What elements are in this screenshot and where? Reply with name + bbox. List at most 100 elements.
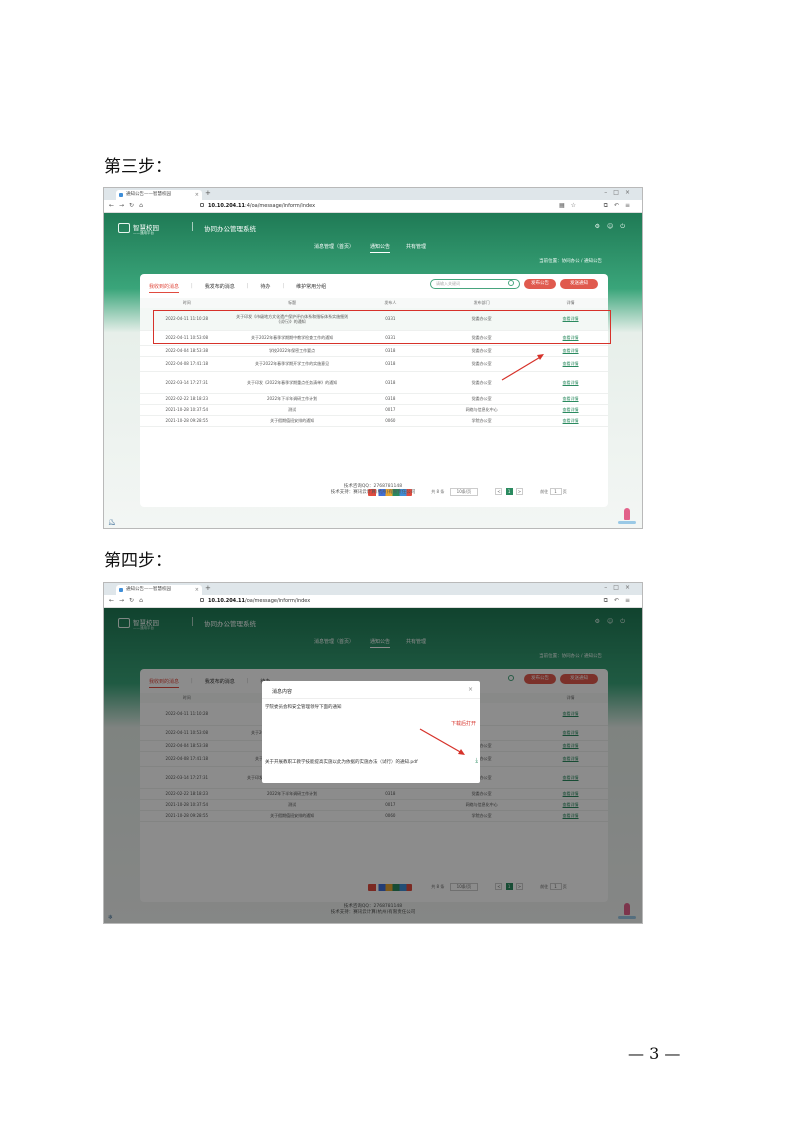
address-bar[interactable]: ←→↻⌂ 10.10.204.11:4/oa/message/inform/in…: [104, 200, 642, 213]
col-author: 发布人: [350, 298, 431, 308]
send-notice-button[interactable]: 发送通知: [560, 279, 598, 289]
table-row: 2022-04-04 18:53:38 学校2022年保密工作要点 0318 党…: [140, 345, 608, 357]
message-modal: 消息内容 × 学院委员会和安全管理领导下面的通知 下载后打开 关于开展教职工教学…: [262, 681, 480, 783]
step-4-title: 第四步：: [104, 551, 172, 571]
footer: 技术咨询QQ：2768781148 技术支持：赛讯云计算(杭州)有限责任公司: [104, 484, 642, 496]
annotation-arrow-icon: [419, 728, 465, 755]
toolbar-icons[interactable]: ⧉↶≡: [604, 597, 636, 605]
system-name: 协同办公管理系统: [204, 225, 256, 233]
url-field[interactable]: 10.10.204.11/oa/message/inform/index: [200, 598, 310, 604]
row-time: 2022-04-04 18:53:38: [140, 345, 234, 357]
url-path: :4/oa/message/inform/index: [245, 203, 316, 209]
row-dept: 学院办公室: [430, 415, 534, 427]
logo: 智慧校园 ——通用平台: [118, 222, 162, 236]
close-icon[interactable]: ×: [468, 686, 473, 693]
row-dept: 党委办公室: [430, 393, 534, 405]
browser-tab[interactable]: 通知公告——智慧校园 ×: [116, 585, 202, 595]
window-controls[interactable]: –□×: [604, 584, 636, 591]
header-divider: [192, 222, 193, 231]
address-bar[interactable]: ←→↻⌂ 10.10.204.11/oa/message/inform/inde…: [104, 595, 642, 608]
url-host: 10.10.204.11: [208, 203, 246, 209]
view-detail-link[interactable]: 查看详情: [533, 393, 608, 405]
row-title: 2022年下半年调研工作计划: [233, 393, 351, 405]
browser-tab-bar: 通知公告——智慧校园 × + –□×: [104, 188, 642, 200]
view-detail-link[interactable]: 查看详情: [533, 345, 608, 357]
lock-icon: [200, 598, 204, 602]
view-detail-link[interactable]: 查看详情: [533, 371, 608, 394]
row-author: 0318: [350, 345, 431, 357]
lock-icon: [200, 203, 204, 207]
view-detail-link[interactable]: 查看详情: [533, 404, 608, 416]
tab-todo[interactable]: 待办: [260, 283, 270, 293]
nav-buttons[interactable]: ←→↻⌂: [109, 597, 148, 604]
download-icon[interactable]: ⤓: [475, 757, 478, 765]
tab-received[interactable]: 我收到的消息: [149, 283, 180, 293]
row-title: 学校2022年保密工作要点: [233, 345, 351, 357]
logo-icon: [118, 223, 130, 233]
step-4-screenshot: 通知公告——智慧校园 × + –□× ←→↻⌂ 10.10.204.11/oa/…: [103, 582, 643, 924]
tab-sent[interactable]: 我发布的消息: [205, 283, 235, 293]
row-title: 测试: [233, 404, 351, 416]
row-time: 2022-02-22 18:18:23: [140, 393, 234, 405]
window-controls[interactable]: –□×: [604, 189, 636, 196]
annotation-highlight-box: [153, 310, 611, 344]
browser-tab[interactable]: 通知公告——智慧校园 ×: [116, 190, 202, 200]
browser-tab-title: 通知公告——智慧校园: [126, 192, 171, 197]
favicon-icon: [119, 193, 123, 197]
main-nav: 消息管理（首页） 通知公告 共有管理: [314, 243, 426, 253]
table-row: 2021-10-28 09:28:55 关于假期值班安排的通知 0060 学院办…: [140, 415, 608, 427]
row-time: 2022-04-08 17:41:18: [140, 356, 234, 372]
new-tab-button[interactable]: +: [205, 584, 211, 592]
url-path: /oa/message/inform/index: [245, 598, 311, 604]
col-detail: 详情: [533, 298, 608, 308]
download-hint: 下载后打开: [450, 721, 476, 727]
view-detail-link[interactable]: 查看详情: [533, 415, 608, 427]
row-author: 0060: [350, 415, 431, 427]
row-title: 关于印发《2022年春季学期重点任务清单》的通知: [233, 371, 351, 394]
toolbar-icons[interactable]: ⧉↶≡: [604, 202, 636, 210]
table-row: 2021-10-28 10:37:54 测试 0017 网络与信息化中心 查看详…: [140, 404, 608, 416]
attachment-link[interactable]: 关于开展教职工教学技能提高实施以此为依据的实施办法（试行）的通知.pdf: [265, 759, 475, 765]
row-dept: 网络与信息化中心: [430, 404, 534, 416]
publish-button[interactable]: 发布公告: [524, 279, 556, 289]
browser-tab-title: 通知公告——智慧校园: [126, 587, 171, 592]
step-3-title: 第三步：: [104, 157, 172, 177]
tab-separator: |: [191, 283, 193, 289]
sub-tabs: 我收到的消息 | 我发布的消息 | 待办 | 维护常用分组: [149, 283, 326, 293]
skater-decoration-icon: [618, 508, 636, 524]
close-tab-icon[interactable]: ×: [195, 190, 199, 200]
row-author: 0318: [350, 356, 431, 372]
close-tab-icon[interactable]: ×: [195, 585, 199, 595]
table-row: 2022-03-14 17:27:31 关于印发《2022年春季学期重点任务清单…: [140, 371, 608, 394]
tab-groups[interactable]: 维护常用分组: [296, 283, 326, 293]
row-title: 关于假期值班安排的通知: [233, 415, 351, 427]
row-dept: 党委办公室: [430, 345, 534, 357]
header-icons[interactable]: ⚙☺⏻: [595, 223, 632, 231]
row-time: 2022-03-14 17:27:31: [140, 371, 234, 394]
table-row: 2022-02-22 18:18:23 2022年下半年调研工作计划 0318 …: [140, 393, 608, 405]
col-time: 时间: [140, 298, 234, 308]
nav-buttons[interactable]: ←→↻⌂: [109, 202, 148, 209]
search-input[interactable]: 请输入关键词: [430, 279, 520, 289]
modal-overlay[interactable]: 消息内容 × 学院委员会和安全管理领导下面的通知 下载后打开 关于开展教职工教学…: [104, 608, 642, 923]
nav-item-messages[interactable]: 消息管理（首页）: [314, 243, 354, 253]
search-icon[interactable]: [508, 280, 514, 286]
row-author: 0017: [350, 404, 431, 416]
row-dept: 党委办公室: [430, 356, 534, 372]
row-time: 2021-10-28 10:37:54: [140, 404, 234, 416]
step-3-screenshot: 通知公告——智慧校园 × + –□× ←→↻⌂ 10.10.204.11:4/o…: [103, 187, 643, 529]
url-field[interactable]: 10.10.204.11:4/oa/message/inform/index: [200, 203, 315, 209]
nav-item-shared[interactable]: 共有管理: [406, 243, 426, 253]
row-dept: 党委办公室: [430, 371, 534, 394]
url-action-icons[interactable]: ▦☆: [559, 202, 582, 209]
modal-divider: [262, 698, 480, 699]
breadcrumb: 当前位置：协同办公 / 通知公告: [539, 259, 602, 264]
row-author: 0318: [350, 371, 431, 394]
favicon-icon: [119, 588, 123, 592]
app-area: 智慧校园 ——通用平台 协同办公管理系统 ⚙☺⏻ 消息管理（首页） 通知公告 共…: [104, 213, 642, 528]
view-detail-link[interactable]: 查看详情: [533, 356, 608, 372]
nav-item-notices[interactable]: 通知公告: [370, 243, 391, 253]
col-title: 标题: [233, 298, 351, 308]
new-tab-button[interactable]: +: [205, 189, 211, 197]
footer-support: 技术支持：赛讯云计算(杭州)有限责任公司: [330, 490, 416, 495]
